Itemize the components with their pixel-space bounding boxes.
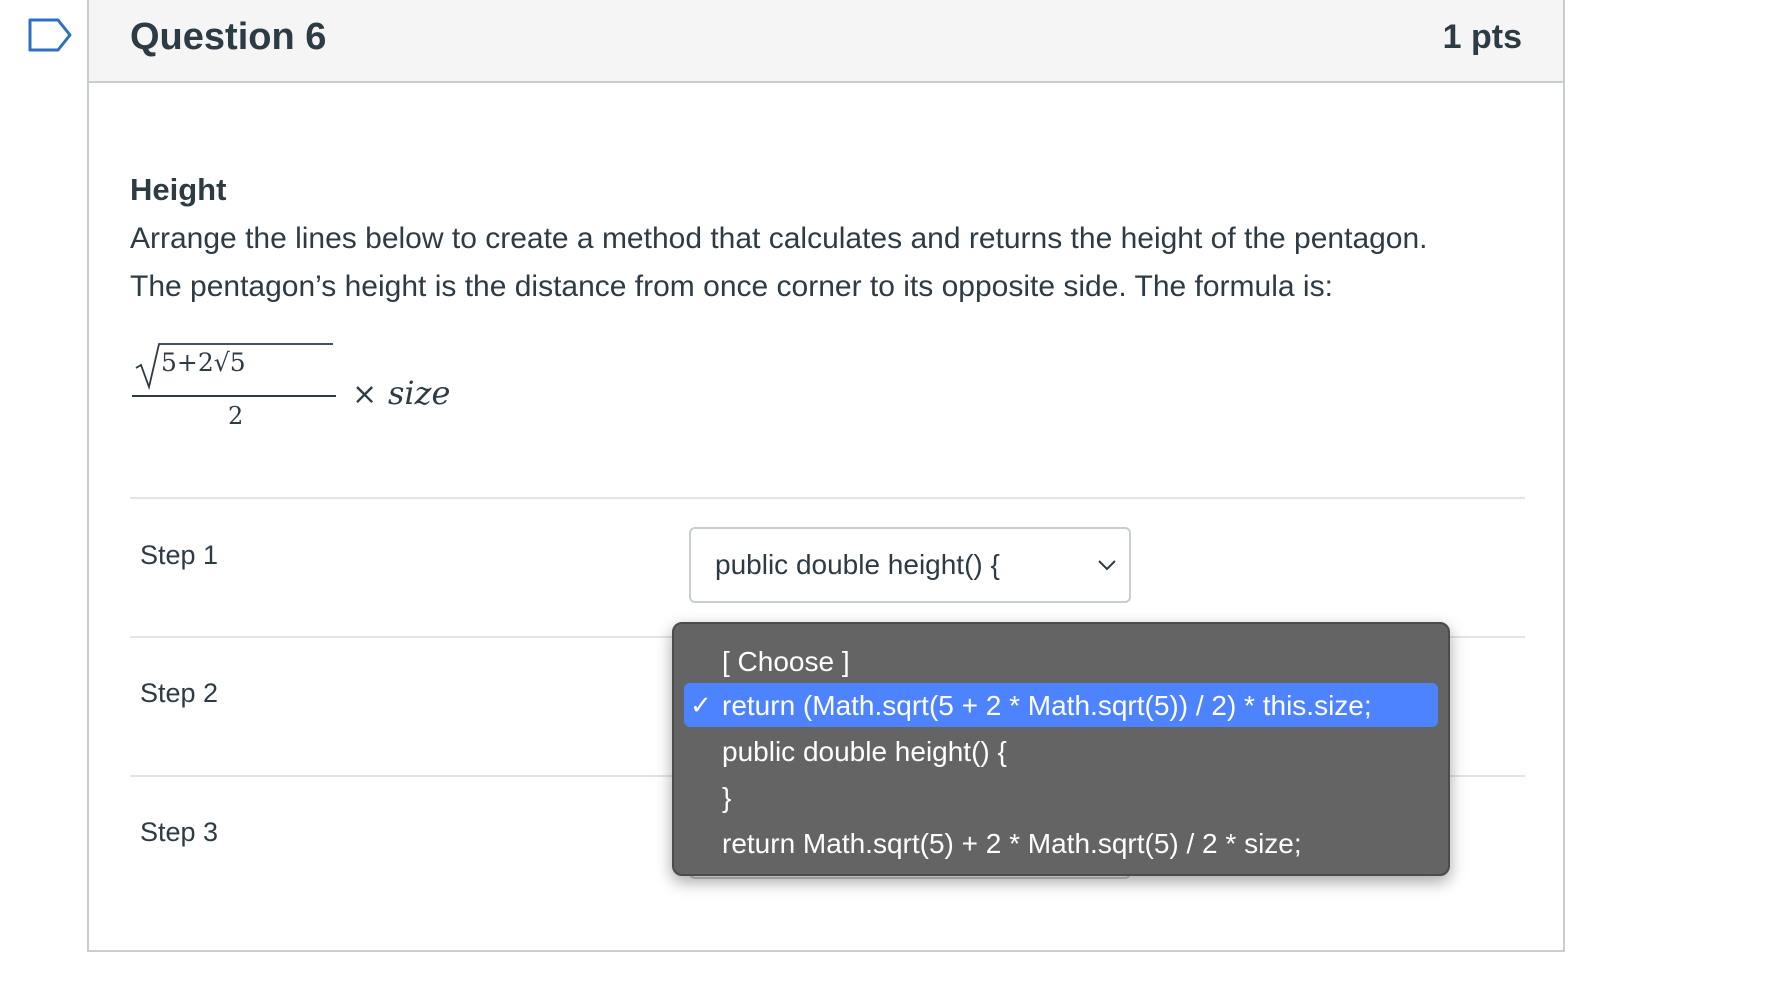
question-header: Question 6 1 pts — [89, 0, 1563, 83]
formula-denominator: 2 — [228, 402, 243, 428]
step-1-select-value: public double height() { — [715, 549, 1000, 580]
question-text-line-1: Arrange the lines below to create a meth… — [130, 222, 1428, 255]
step-1-label: Step 1 — [140, 540, 219, 570]
formula-numerator: 5+2√5 — [161, 348, 246, 377]
check-icon: ✓ — [690, 690, 712, 720]
height-formula: 5+2√5 2 × size — [132, 343, 450, 428]
dropdown-option-label: [ Choose ] — [722, 646, 850, 677]
dropdown-option-label: return (Math.sqrt(5 + 2 * Math.sqrt(5)) … — [722, 690, 1372, 721]
question-text-line-2: The pentagon’s height is the distance fr… — [130, 270, 1333, 303]
dropdown-option-selected[interactable]: ✓ return (Math.sqrt(5 + 2 * Math.sqrt(5)… — [684, 683, 1438, 727]
dropdown-option[interactable]: [ Choose ] — [684, 639, 1438, 683]
chevron-down-icon — [1098, 560, 1116, 571]
dropdown-option-label: public double height() { — [722, 736, 1007, 767]
question-points: 1 pts — [1442, 18, 1522, 56]
dropdown-option[interactable]: public double height() { — [684, 729, 1438, 773]
question-heading: Height — [130, 172, 227, 207]
flag-icon[interactable] — [28, 18, 72, 52]
step-2-label: Step 2 — [140, 678, 219, 708]
step-3-label: Step 3 — [140, 817, 219, 847]
dropdown-option[interactable]: } — [684, 775, 1438, 819]
step-1-select[interactable]: public double height() { — [689, 527, 1131, 603]
dropdown-option[interactable]: return Math.sqrt(5) + 2 * Math.sqrt(5) /… — [684, 821, 1438, 865]
formula-operator: × — [352, 377, 377, 412]
formula-variable: size — [388, 374, 450, 412]
dropdown-option-label: } — [722, 782, 732, 813]
step-2-dropdown-menu: [ Choose ] ✓ return (Math.sqrt(5 + 2 * M… — [672, 622, 1450, 876]
dropdown-option-label: return Math.sqrt(5) + 2 * Math.sqrt(5) /… — [722, 828, 1302, 859]
question-title: Question 6 — [130, 16, 327, 58]
divider — [130, 497, 1525, 499]
